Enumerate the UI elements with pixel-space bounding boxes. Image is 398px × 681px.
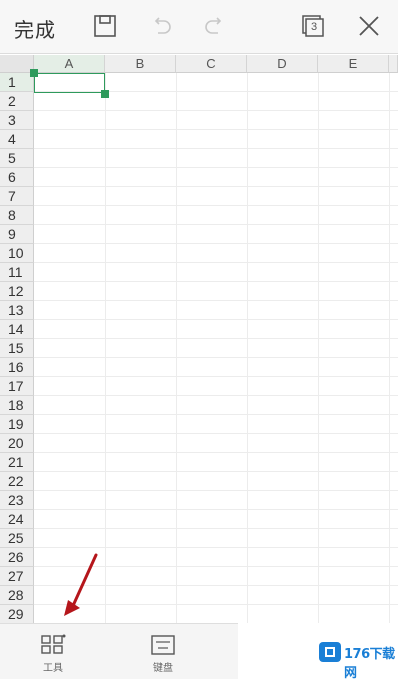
row-header-2[interactable]: 2 <box>0 92 34 111</box>
grid-line <box>34 262 398 263</box>
row-header-20[interactable]: 20 <box>0 434 34 453</box>
grid-line <box>389 73 390 623</box>
grid-line <box>34 186 398 187</box>
column-header-b[interactable]: B <box>105 55 176 73</box>
row-header-22[interactable]: 22 <box>0 472 34 491</box>
undo-icon[interactable] <box>147 12 175 40</box>
spreadsheet-grid[interactable]: A B C D E 1 2 3 4 5 6 7 8 9 10 11 12 13 14 15 16 17 18 19 2… <box>0 55 398 623</box>
column-header-e[interactable]: E <box>318 55 389 73</box>
grid-line <box>34 110 398 111</box>
grid-line <box>34 281 398 282</box>
row-header-5[interactable]: 5 <box>0 149 34 168</box>
row-header-4[interactable]: 4 <box>0 130 34 149</box>
row-header-18[interactable]: 18 <box>0 396 34 415</box>
grid-line <box>247 73 248 623</box>
watermark-logo-icon <box>319 642 341 662</box>
row-header-26[interactable]: 26 <box>0 548 34 567</box>
grid-line <box>34 167 398 168</box>
watermark-text: 176下载网 <box>344 647 395 681</box>
selection-handle-bottom-right[interactable] <box>101 90 109 98</box>
grid-line <box>34 414 398 415</box>
row-header-21[interactable]: 21 <box>0 453 34 472</box>
keyboard-label: 键盘 <box>153 663 173 674</box>
tools-grid-icon <box>41 634 66 654</box>
row-header-16[interactable]: 16 <box>0 358 34 377</box>
row-header-15[interactable]: 15 <box>0 339 34 358</box>
grid-line <box>34 148 398 149</box>
grid-line <box>34 205 398 206</box>
row-header-8[interactable]: 8 <box>0 206 34 225</box>
row-header-6[interactable]: 6 <box>0 168 34 187</box>
row-header-1[interactable]: 1 <box>0 73 34 92</box>
row-header-12[interactable]: 12 <box>0 282 34 301</box>
row-header-7[interactable]: 7 <box>0 187 34 206</box>
keyboard-button[interactable]: 键盘 <box>141 628 185 674</box>
select-all-corner[interactable] <box>0 55 34 73</box>
grid-line <box>34 319 398 320</box>
grid-line <box>34 357 398 358</box>
row-header-27[interactable]: 27 <box>0 567 34 586</box>
row-header-23[interactable]: 23 <box>0 491 34 510</box>
column-header-a[interactable]: A <box>34 55 105 73</box>
top-toolbar: 完成 3 <box>0 0 398 54</box>
sheets-icon[interactable]: 3 <box>299 12 327 40</box>
site-watermark: 176下载网 <box>238 623 398 681</box>
row-header-19[interactable]: 19 <box>0 415 34 434</box>
column-header-c[interactable]: C <box>176 55 247 73</box>
keyboard-icon <box>151 635 175 655</box>
grid-line <box>34 509 398 510</box>
grid-line <box>34 452 398 453</box>
grid-line <box>176 73 177 623</box>
column-header-partial[interactable] <box>389 55 398 73</box>
grid-line <box>34 528 398 529</box>
row-header-29[interactable]: 29 <box>0 605 34 623</box>
grid-line <box>34 243 398 244</box>
row-header-11[interactable]: 11 <box>0 263 34 282</box>
grid-line <box>105 73 106 623</box>
row-header-28[interactable]: 28 <box>0 586 34 605</box>
tools-button[interactable]: 工具 <box>31 628 75 674</box>
grid-line <box>34 376 398 377</box>
grid-line <box>318 73 319 623</box>
row-header-24[interactable]: 24 <box>0 510 34 529</box>
grid-line <box>34 338 398 339</box>
row-header-13[interactable]: 13 <box>0 301 34 320</box>
grid-line <box>34 566 398 567</box>
row-header-17[interactable]: 17 <box>0 377 34 396</box>
done-button[interactable]: 完成 <box>14 14 56 43</box>
row-header-25[interactable]: 25 <box>0 529 34 548</box>
grid-line <box>34 604 398 605</box>
grid-line <box>34 395 398 396</box>
grid-line <box>34 300 398 301</box>
row-header-14[interactable]: 14 <box>0 320 34 339</box>
grid-line <box>34 490 398 491</box>
close-icon[interactable] <box>355 12 383 40</box>
row-header-3[interactable]: 3 <box>0 111 34 130</box>
redo-icon[interactable] <box>201 12 229 40</box>
grid-line <box>34 224 398 225</box>
grid-line <box>34 547 398 548</box>
selection-handle-top-left[interactable] <box>30 69 38 77</box>
grid-line <box>34 471 398 472</box>
column-header-d[interactable]: D <box>247 55 318 73</box>
selected-cell-a1[interactable] <box>34 73 105 93</box>
grid-line <box>34 585 398 586</box>
grid-line <box>34 433 398 434</box>
save-icon[interactable] <box>91 12 119 40</box>
sheet-count: 3 <box>311 21 318 33</box>
row-header-10[interactable]: 10 <box>0 244 34 263</box>
row-header-9[interactable]: 9 <box>0 225 34 244</box>
grid-line <box>34 129 398 130</box>
tools-label: 工具 <box>43 663 63 674</box>
